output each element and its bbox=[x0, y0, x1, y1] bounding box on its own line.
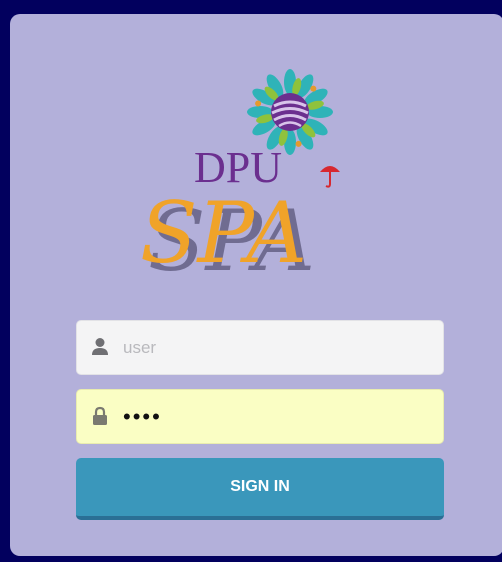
logo-text-spa: SPA bbox=[140, 184, 307, 282]
sign-in-button[interactable]: SIGN IN bbox=[76, 458, 444, 520]
dpu-spa-logo: DPU SPA SPA bbox=[140, 69, 340, 288]
username-field[interactable] bbox=[76, 320, 444, 375]
lock-icon bbox=[93, 406, 107, 425]
password-field[interactable] bbox=[76, 389, 444, 444]
login-card: DPU SPA SPA SIGN IN bbox=[10, 14, 502, 556]
umbrella-icon bbox=[320, 166, 340, 188]
user-icon bbox=[92, 338, 108, 355]
username-input[interactable] bbox=[123, 321, 423, 374]
password-input[interactable] bbox=[123, 390, 423, 443]
